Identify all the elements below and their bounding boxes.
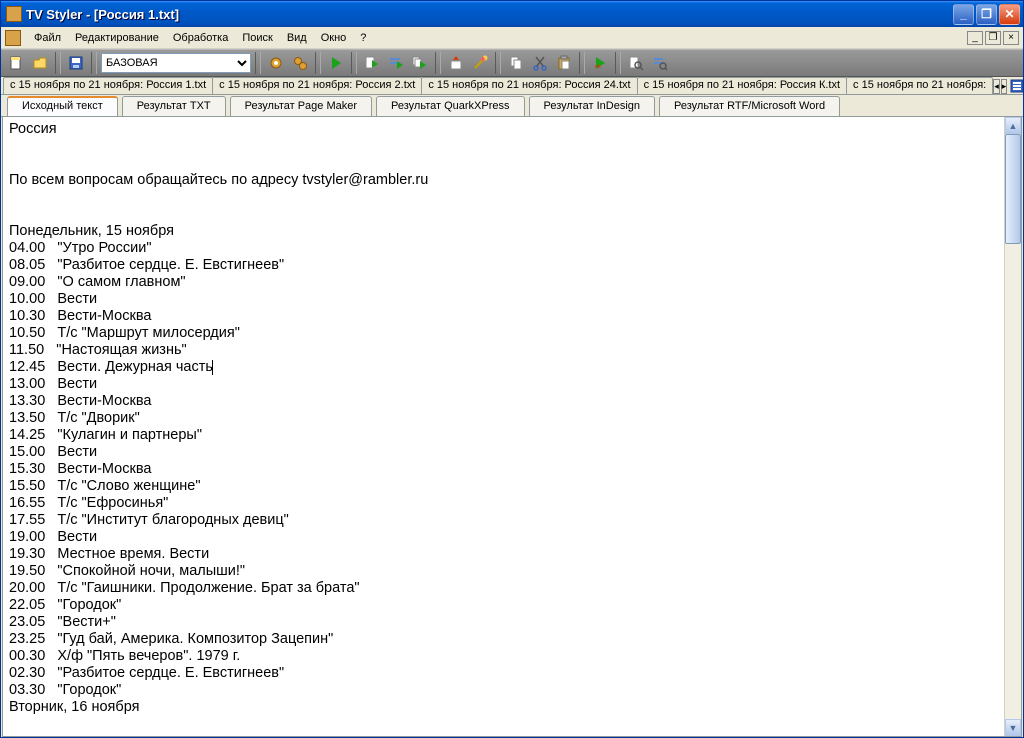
editor-pane: Россия По всем вопросам обращайтесь по а…: [2, 117, 1022, 737]
maximize-button[interactable]: ❐: [976, 4, 997, 25]
view-tab-source[interactable]: Исходный текст: [7, 96, 118, 116]
export-button[interactable]: [445, 52, 467, 74]
ok-button[interactable]: ok: [589, 52, 611, 74]
open-button[interactable]: [29, 52, 51, 74]
doc-icon: [5, 30, 21, 46]
svg-text:ok: ok: [595, 64, 601, 70]
wand-button[interactable]: [469, 52, 491, 74]
window-title: TV Styler - [Россия 1.txt]: [26, 7, 951, 22]
copy-button[interactable]: [505, 52, 527, 74]
text-editor[interactable]: Россия По всем вопросам обращайтесь по а…: [3, 117, 1004, 736]
app-icon: [6, 6, 22, 22]
menu-file[interactable]: Файл: [27, 30, 68, 46]
run-all-button[interactable]: [409, 52, 431, 74]
doc-tab[interactable]: с 15 ноября по 21 ноября: Россия К.txt: [637, 77, 847, 94]
menu-search[interactable]: Поиск: [235, 30, 279, 46]
scroll-up-button[interactable]: ▲: [1005, 117, 1021, 134]
search-doc-button[interactable]: [625, 52, 647, 74]
doc-tab[interactable]: с 15 ноября по 21 ноября: Россия 1.txt: [3, 77, 213, 94]
menubar: Файл Редактирование Обработка Поиск Вид …: [1, 27, 1023, 49]
view-tab-pagemaker[interactable]: Результат Page Maker: [230, 96, 372, 116]
menu-process[interactable]: Обработка: [166, 30, 235, 46]
new-button[interactable]: [5, 52, 27, 74]
doc-tab[interactable]: с 15 ноября по 21 ноября: Россия 2.txt: [212, 77, 422, 94]
toolbar: БАЗОВАЯ ok: [1, 49, 1023, 77]
doc-tab[interactable]: с 15 ноября по 21 ноября:: [846, 77, 993, 94]
run-list-button[interactable]: [385, 52, 407, 74]
gear-button[interactable]: [265, 52, 287, 74]
doc-tab[interactable]: с 15 ноября по 21 ноября: Россия 24.txt: [421, 77, 637, 94]
view-tabs: Исходный текст Результат TXT Результат P…: [1, 95, 1023, 117]
close-button[interactable]: ✕: [999, 4, 1020, 25]
scroll-down-button[interactable]: ▼: [1005, 719, 1021, 736]
document-tabs: с 15 ноября по 21 ноября: Россия 1.txt с…: [1, 77, 1023, 95]
view-tab-indesign[interactable]: Результат InDesign: [529, 96, 656, 116]
menu-edit[interactable]: Редактирование: [68, 30, 166, 46]
search-list-button[interactable]: [649, 52, 671, 74]
cut-button[interactable]: [529, 52, 551, 74]
menu-help[interactable]: ?: [353, 30, 373, 46]
menu-view[interactable]: Вид: [280, 30, 314, 46]
mdi-close-button[interactable]: ×: [1003, 31, 1019, 45]
tab-scroll-right-button[interactable]: ▸: [1001, 79, 1008, 94]
vertical-scrollbar[interactable]: ▲ ▼: [1004, 117, 1021, 736]
scroll-thumb[interactable]: [1005, 134, 1021, 244]
save-button[interactable]: [65, 52, 87, 74]
run-doc-button[interactable]: [361, 52, 383, 74]
mdi-minimize-button[interactable]: _: [967, 31, 983, 45]
scroll-track[interactable]: [1005, 244, 1021, 719]
view-tab-rtf[interactable]: Результат RTF/Microsoft Word: [659, 96, 840, 116]
style-combo[interactable]: БАЗОВАЯ: [101, 53, 251, 73]
view-tab-quark[interactable]: Результат QuarkXPress: [376, 96, 525, 116]
doc-list-icon[interactable]: [1009, 77, 1023, 94]
minimize-button[interactable]: _: [953, 4, 974, 25]
run-button[interactable]: [325, 52, 347, 74]
menu-window[interactable]: Окно: [314, 30, 354, 46]
titlebar: TV Styler - [Россия 1.txt] _ ❐ ✕: [1, 1, 1023, 27]
gear-multi-button[interactable]: [289, 52, 311, 74]
paste-button[interactable]: [553, 52, 575, 74]
mdi-restore-button[interactable]: ❐: [985, 31, 1001, 45]
tab-scroll-left-button[interactable]: ◂: [993, 79, 1000, 94]
view-tab-txt[interactable]: Результат TXT: [122, 96, 226, 116]
